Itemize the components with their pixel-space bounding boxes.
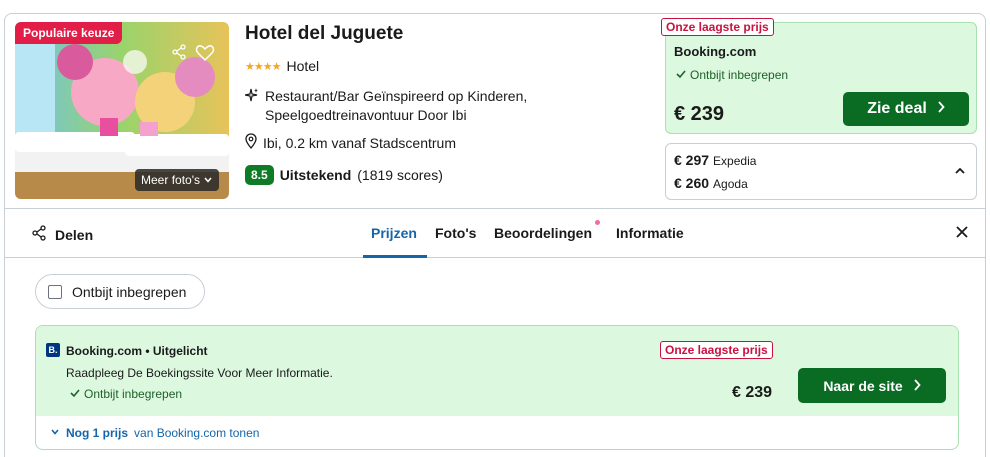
heart-icon[interactable] xyxy=(195,44,215,62)
tabs-bar: Delen Prijzen Foto's Beoordelingen Infor… xyxy=(5,208,985,258)
share-icon xyxy=(31,225,47,244)
notification-dot xyxy=(595,220,600,225)
tab-prices[interactable]: Prijzen xyxy=(371,225,417,241)
check-icon xyxy=(676,68,686,82)
tab-photos[interactable]: Foto's xyxy=(435,225,476,241)
breakfast-filter-chip[interactable]: Ontbijt inbegrepen xyxy=(35,274,205,309)
feature-row: Restaurant/Bar Geïnspireerd op Kinderen,… xyxy=(244,87,585,125)
deal-included-label: Ontbijt inbegrepen xyxy=(690,68,789,82)
tab-info[interactable]: Informatie xyxy=(616,225,684,241)
chevron-down-icon xyxy=(50,426,60,440)
deal-site-name: Booking.com xyxy=(674,44,757,59)
feature-text: Restaurant/Bar Geïnspireerd op Kinderen,… xyxy=(265,88,528,123)
share-icon[interactable] xyxy=(171,44,187,60)
more-prices-rest: van Booking.com tonen xyxy=(134,426,260,440)
deal-included: Ontbijt inbegrepen xyxy=(676,68,788,82)
offer-title: Booking.com • Uitgelicht xyxy=(66,344,208,358)
active-tab-indicator xyxy=(363,255,427,258)
check-icon xyxy=(70,387,80,401)
location-text: Ibi, 0.2 km vanaf Stadscentrum xyxy=(263,134,456,151)
other-price-value: € 297 xyxy=(674,152,710,168)
more-prices-link[interactable]: Nog 1 prijs van Booking.com tonen xyxy=(50,426,259,440)
hotel-photo[interactable]: Populaire keuze Meer foto's xyxy=(15,22,229,199)
offer-lowest-tag: Onze laagste prijs xyxy=(660,341,773,359)
hotel-type: Hotel xyxy=(286,58,320,74)
go-to-site-label: Naar de site xyxy=(823,377,903,394)
share-button[interactable]: Delen xyxy=(31,225,93,244)
other-prices-box[interactable]: € 297 Expedia € 260 Agoda xyxy=(665,143,977,200)
popular-badge: Populaire keuze xyxy=(15,22,123,44)
more-prices-bold: Nog 1 prijs xyxy=(66,426,129,440)
stars-row: ★★★★ Hotel xyxy=(245,58,319,74)
offer-included-label: Ontbijt inbegrepen xyxy=(84,387,183,401)
location-pin-icon xyxy=(245,133,257,152)
chevron-right-icon xyxy=(913,378,921,394)
other-price-value: € 260 xyxy=(674,175,710,191)
more-photos-label: Meer foto's xyxy=(141,173,200,187)
other-price-site: Agoda xyxy=(713,177,748,191)
location-row: Ibi, 0.2 km vanaf Stadscentrum xyxy=(245,133,456,152)
lowest-price-tag: Onze laagste prijs xyxy=(661,18,774,36)
hotel-card: Populaire keuze Meer foto's Hotel del Ju… xyxy=(4,13,986,457)
offer-included: Ontbijt inbegrepen xyxy=(70,387,182,401)
offer-card: B. Booking.com • Uitgelicht Raadpleeg De… xyxy=(35,325,959,450)
best-deal-box[interactable]: Booking.com Ontbijt inbegrepen € 239 Zie… xyxy=(665,22,977,134)
sparkle-icon xyxy=(244,87,259,125)
go-to-site-button[interactable]: Naar de site xyxy=(798,368,946,403)
share-label: Delen xyxy=(55,226,94,243)
rating-word: Uitstekend xyxy=(279,167,352,183)
hotel-name[interactable]: Hotel del Juguete xyxy=(245,23,403,45)
chevron-right-icon xyxy=(937,100,945,118)
breakfast-filter-label: Ontbijt inbegrepen xyxy=(72,283,187,300)
deal-price: € 239 xyxy=(674,103,725,125)
more-photos-button[interactable]: Meer foto's xyxy=(135,169,219,191)
rating-count: (1819 scores) xyxy=(357,167,443,183)
star-rating-icon: ★★★★ xyxy=(245,60,281,73)
other-price-row: € 260 Agoda xyxy=(674,175,748,191)
offer-price: € 239 xyxy=(732,384,773,401)
chevron-up-icon[interactable] xyxy=(954,164,966,182)
chevron-down-icon xyxy=(203,175,213,185)
booking-logo-icon: B. xyxy=(46,343,60,357)
tab-reviews[interactable]: Beoordelingen xyxy=(494,225,592,241)
offer-description: Raadpleeg De Boekingssite Voor Meer Info… xyxy=(66,366,333,380)
rating-row[interactable]: 8.5 Uitstekend (1819 scores) xyxy=(245,165,443,185)
rating-badge: 8.5 xyxy=(245,165,274,185)
view-deal-label: Zie deal xyxy=(867,100,927,117)
breakfast-checkbox[interactable] xyxy=(48,284,62,299)
other-price-row: € 297 Expedia xyxy=(674,152,756,168)
close-icon[interactable] xyxy=(955,225,969,244)
other-price-site: Expedia xyxy=(713,154,757,168)
view-deal-button[interactable]: Zie deal xyxy=(843,92,969,126)
